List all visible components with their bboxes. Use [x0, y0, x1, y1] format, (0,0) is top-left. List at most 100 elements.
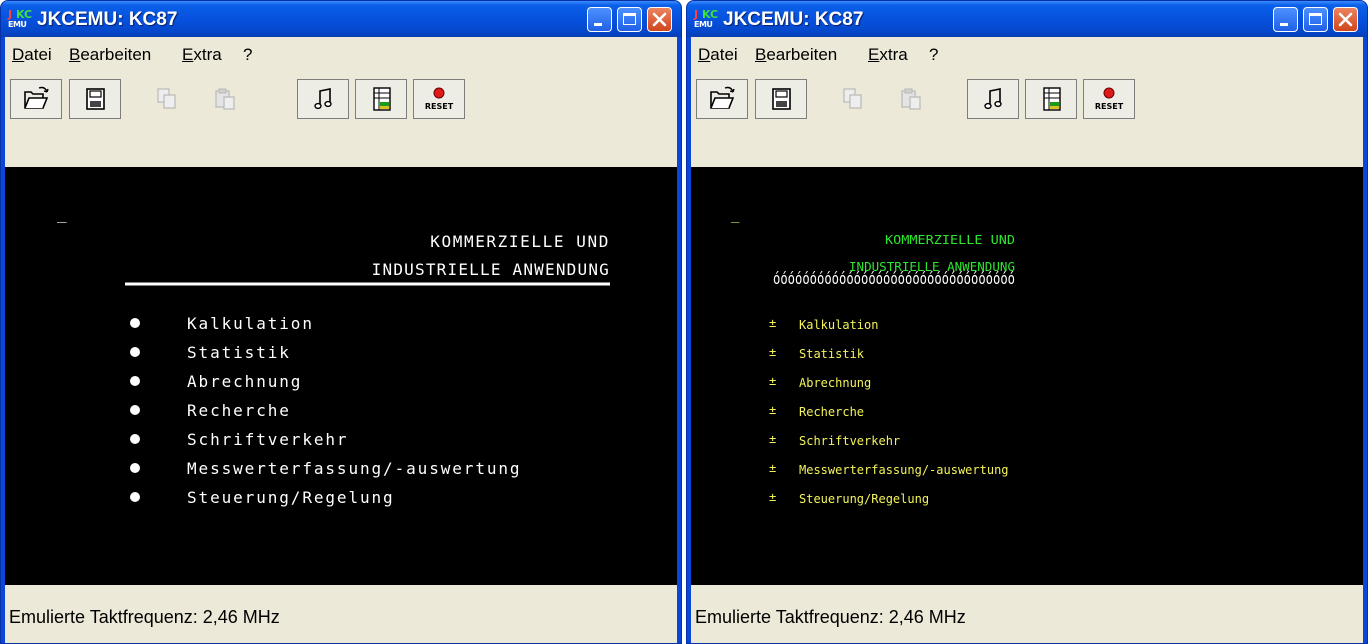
screen-menu-list: ± Kalkulation ± Statistik ± Abrechnung ±…	[769, 316, 1009, 506]
bullet-icon	[130, 347, 140, 357]
status-text: Emulierte Taktfrequenz: 2,46 MHz	[9, 607, 280, 627]
screen-cursor: _	[731, 207, 740, 223]
bullet-icon	[130, 463, 140, 473]
bullet-icon	[130, 434, 140, 444]
maximize-icon	[1309, 13, 1322, 25]
maximize-button[interactable]	[617, 7, 642, 32]
window-title: JKCEMU: KC87	[723, 9, 864, 30]
audio-button[interactable]	[297, 79, 349, 119]
screen-heading-1: KOMMERZIELLE UND	[885, 233, 1015, 247]
paste-button[interactable]	[884, 79, 936, 119]
emulator-window-right: J KC EMU JKCEMU: KC87 Datei Bearbeiten Ext…	[686, 0, 1368, 644]
minimize-icon	[1280, 23, 1288, 26]
memory-editor-button[interactable]	[1025, 79, 1077, 119]
paste-button[interactable]	[198, 79, 250, 119]
menu-datei[interactable]: Datei	[698, 45, 738, 65]
floppy-save-icon	[772, 88, 791, 110]
menu-datei[interactable]: Datei	[12, 45, 52, 65]
open-button[interactable]	[10, 79, 62, 119]
memory-editor-button[interactable]	[355, 79, 407, 119]
close-icon	[652, 12, 667, 27]
bullet-glyph: ±	[769, 432, 776, 446]
bullet-icon	[130, 318, 140, 328]
screen-item-kalkulation: Kalkulation	[799, 318, 878, 332]
maximize-button[interactable]	[1303, 7, 1328, 32]
bullet-glyph: ±	[769, 316, 776, 330]
memory-editor-icon	[373, 87, 391, 111]
reset-icon: RESET	[425, 87, 454, 111]
bullet-icon	[130, 376, 140, 386]
toolbar: RESET	[5, 71, 677, 167]
screen-output: _ KOMMERZIELLE UND INDUSTRIELLE ANWENDUN…	[57, 204, 610, 507]
music-note-icon	[314, 88, 332, 110]
save-button[interactable]	[755, 79, 807, 119]
status-bar: Emulierte Taktfrequenz: 2,46 MHz	[5, 585, 677, 643]
screen-item-kalkulation: Kalkulation	[187, 314, 314, 333]
bullet-glyph: ±	[769, 461, 776, 475]
screen-heading-2: INDUSTRIELLE ANWENDUNG	[372, 260, 610, 279]
bullet-glyph: ±	[769, 403, 776, 417]
toolbar: RESET	[691, 71, 1363, 167]
screen-item-statistik: Statistik	[187, 343, 291, 362]
screen-item-abrechnung: Abrechnung	[187, 372, 302, 391]
menu-bar: Datei Bearbeiten Extra ?	[691, 37, 1363, 71]
menu-bar: Datei Bearbeiten Extra ?	[5, 37, 677, 71]
open-button[interactable]	[696, 79, 748, 119]
svg-text:RESET: RESET	[425, 102, 454, 111]
svg-text:RESET: RESET	[1095, 102, 1124, 111]
bullet-glyph: ±	[769, 374, 776, 388]
jkcemu-app-icon: J KC EMU	[694, 8, 719, 29]
menu-help[interactable]: ?	[929, 45, 938, 65]
minimize-button[interactable]	[587, 7, 612, 32]
emulator-window-left: J KC EMU JKCEMU: KC87 Datei Bearbeiten Ext…	[0, 0, 682, 644]
copy-icon	[843, 88, 862, 109]
maximize-icon	[623, 13, 636, 25]
reset-button[interactable]: RESET	[1083, 79, 1135, 119]
close-button[interactable]	[647, 7, 672, 32]
minimize-button[interactable]	[1273, 7, 1298, 32]
music-note-icon	[984, 88, 1002, 110]
bullet-icon	[130, 492, 140, 502]
title-bar[interactable]: J KC EMU JKCEMU: KC87	[687, 1, 1367, 37]
screen-item-recherche: Recherche	[799, 405, 864, 419]
screen-underline-glyphs: óóóóóóóóóóóóóóóóóóóóóóóóóóóóóóóóó	[773, 269, 1015, 288]
screen-item-messwerterfassung: Messwerterfassung/-auswertung	[187, 459, 521, 478]
menu-bearbeiten[interactable]: Bearbeiten	[69, 45, 151, 65]
screen-item-schriftverkehr: Schriftverkehr	[187, 430, 348, 449]
close-button[interactable]	[1333, 7, 1358, 32]
paste-icon	[901, 88, 921, 110]
window-title: JKCEMU: KC87	[37, 9, 178, 30]
status-text: Emulierte Taktfrequenz: 2,46 MHz	[695, 607, 966, 627]
screen-item-statistik: Statistik	[799, 347, 865, 361]
reset-button[interactable]: RESET	[413, 79, 465, 119]
screen-item-messwerterfassung: Messwerterfassung/-auswertung	[799, 463, 1009, 477]
screen-item-abrechnung: Abrechnung	[799, 376, 871, 390]
audio-button[interactable]	[967, 79, 1019, 119]
screen-item-steuerung: Steuerung/Regelung	[187, 488, 395, 507]
copy-button[interactable]	[826, 79, 878, 119]
menu-bearbeiten[interactable]: Bearbeiten	[755, 45, 837, 65]
floppy-save-icon	[86, 88, 105, 110]
open-folder-icon	[24, 86, 49, 109]
menu-help[interactable]: ?	[243, 45, 252, 65]
close-icon	[1338, 12, 1353, 27]
screen-menu-list: Kalkulation Statistik Abrechnung Recherc…	[130, 314, 521, 507]
status-bar: Emulierte Taktfrequenz: 2,46 MHz	[691, 585, 1363, 643]
menu-extra[interactable]: Extra	[868, 45, 908, 65]
memory-editor-icon	[1043, 87, 1061, 111]
open-folder-icon	[710, 86, 735, 109]
menu-extra[interactable]: Extra	[182, 45, 222, 65]
emulator-screen[interactable]: _ KOMMERZIELLE UND INDUSTRIELLE ANWENDUN…	[5, 167, 677, 585]
emulator-screen[interactable]: _ KOMMERZIELLE UND INDUSTRIELLE ANWENDUN…	[691, 167, 1363, 585]
copy-icon	[157, 88, 176, 109]
save-button[interactable]	[69, 79, 121, 119]
screen-item-schriftverkehr: Schriftverkehr	[799, 434, 900, 448]
bullet-icon	[130, 405, 140, 415]
screen-heading-1: KOMMERZIELLE UND	[430, 232, 610, 251]
screen-item-steuerung: Steuerung/Regelung	[799, 492, 929, 506]
minimize-icon	[594, 23, 602, 26]
title-bar[interactable]: J KC EMU JKCEMU: KC87	[1, 1, 681, 37]
copy-button[interactable]	[140, 79, 192, 119]
bullet-glyph: ±	[769, 345, 776, 359]
paste-icon	[215, 88, 235, 110]
